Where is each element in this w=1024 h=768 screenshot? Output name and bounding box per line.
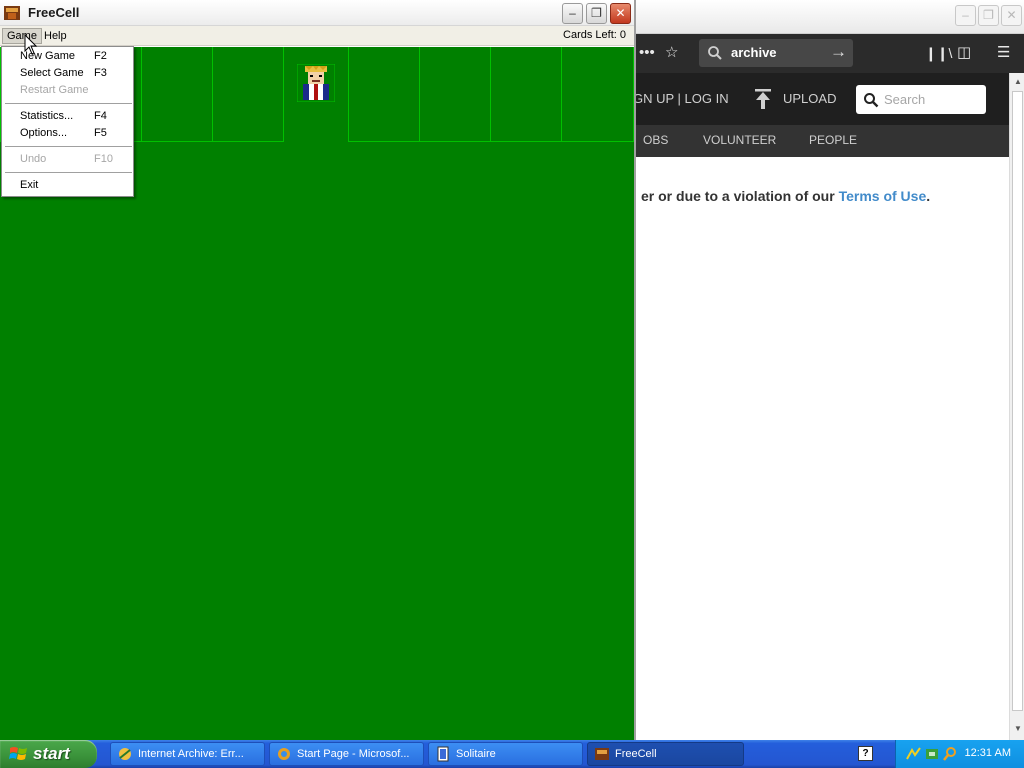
network-tray-icon[interactable] (906, 746, 922, 762)
error-message: er or due to a violation of our Terms of… (641, 188, 930, 204)
browser-toolbar: ••• ☆ archive → ❙❙\ ◫ ☰ (601, 34, 1024, 73)
shortcut-f2: F2 (94, 50, 107, 62)
browser-restore-button[interactable]: ❐ (978, 5, 999, 26)
taskbar-item-label: Solitaire (456, 748, 496, 760)
subnav-volunteer[interactable]: VOLUNTEER (703, 133, 776, 147)
menu-item-options[interactable]: Options... (20, 127, 67, 139)
ie-icon (278, 748, 290, 760)
browser-close-button[interactable]: ✕ (1001, 5, 1022, 26)
browser-vertical-scrollbar[interactable]: ▲ ▼ (1009, 73, 1024, 740)
menu-item-select-game[interactable]: Select Game (20, 67, 84, 79)
menu-bar: Game Help Cards Left: 0 (0, 26, 634, 46)
taskbar-item-label: Internet Archive: Err... (138, 748, 244, 760)
menu-separator (5, 172, 132, 173)
search-tray-icon[interactable] (942, 746, 958, 762)
more-options-icon[interactable]: ••• (639, 43, 655, 63)
error-message-text: er or due to a violation of our (641, 188, 839, 204)
window-title: FreeCell (28, 5, 80, 20)
menu-separator (5, 103, 132, 104)
free-cell[interactable] (141, 47, 213, 142)
browser-minimize-button[interactable]: – (955, 5, 976, 26)
signup-login-link[interactable]: GN UP | LOG IN (633, 91, 729, 106)
terms-of-use-link[interactable]: Terms of Use (839, 188, 927, 204)
freecell-icon (595, 748, 609, 760)
taskbar-item-solitaire[interactable]: Solitaire (428, 742, 583, 766)
free-cell[interactable] (212, 47, 284, 142)
windows-logo-icon (9, 747, 27, 760)
menu-item-undo: Undo (20, 153, 47, 165)
site-search-input[interactable]: Search (856, 85, 986, 114)
archive-sub-nav: OBS VOLUNTEER PEOPLE (601, 125, 1009, 157)
clock: 12:31 AM (964, 747, 1011, 759)
freecell-app-icon (4, 6, 20, 20)
restore-button[interactable]: ❐ (586, 3, 607, 24)
menu-item-exit[interactable]: Exit (20, 179, 38, 191)
library-icon[interactable]: ❙❙\ (925, 43, 952, 63)
start-button[interactable]: start (0, 740, 97, 768)
error-message-end: . (926, 188, 931, 204)
system-tray: 12:31 AM (895, 740, 1024, 768)
scrollbar-thumb[interactable] (1012, 91, 1023, 711)
search-icon (708, 46, 722, 60)
scroll-down-arrow-icon[interactable]: ▼ (1011, 722, 1024, 736)
menu-separator (5, 146, 132, 147)
scroll-up-arrow-icon[interactable]: ▲ (1011, 75, 1024, 89)
menu-help[interactable]: Help (40, 28, 71, 44)
bookmark-star-icon[interactable]: ☆ (665, 43, 678, 63)
shortcut-f10: F10 (94, 153, 113, 165)
browser-search-value: archive (731, 45, 777, 60)
security-tray-icon[interactable] (924, 746, 940, 762)
upload-link[interactable]: UPLOAD (783, 91, 836, 106)
subnav-jobs[interactable]: OBS (643, 133, 668, 147)
shortcut-f3: F3 (94, 67, 107, 79)
subnav-people[interactable]: PEOPLE (809, 133, 857, 147)
king-face-icon (297, 64, 335, 102)
cards-left-counter: Cards Left: 0 (563, 29, 626, 41)
taskbar-item-freecell[interactable]: FreeCell (587, 742, 744, 766)
home-cell[interactable] (561, 47, 634, 142)
site-search-placeholder: Search (884, 92, 926, 107)
start-label: start (33, 744, 70, 763)
browser-titlebar: – ❐ ✕ (601, 0, 1024, 34)
home-cell[interactable] (490, 47, 562, 142)
browser-window: – ❐ ✕ ••• ☆ archive → ❙❙\ ◫ ☰ GN UP | LO… (600, 0, 1024, 740)
solitaire-icon (437, 746, 449, 762)
search-icon (864, 93, 879, 108)
taskbar: start Internet Archive: Err... Start Pag… (0, 740, 1024, 768)
archive-icon (119, 748, 131, 760)
upload-icon[interactable] (753, 88, 773, 110)
menu-icon[interactable]: ☰ (997, 43, 1010, 63)
taskbar-item-start-page[interactable]: Start Page - Microsof... (269, 742, 424, 766)
search-go-icon[interactable]: → (830, 42, 847, 62)
home-cell[interactable] (419, 47, 491, 142)
sidebar-icon[interactable]: ◫ (957, 43, 971, 63)
archive-top-nav: GN UP | LOG IN UPLOAD Search (601, 73, 1009, 125)
taskbar-item-label: FreeCell (615, 748, 657, 760)
freecell-titlebar: FreeCell – ❐ ✕ (0, 0, 634, 26)
taskbar-item-label: Start Page - Microsof... (297, 748, 410, 760)
minimize-button[interactable]: – (562, 3, 583, 24)
mouse-pointer-icon (24, 34, 38, 55)
browser-search-box[interactable]: archive → (699, 39, 853, 67)
menu-item-restart-game: Restart Game (20, 84, 89, 96)
shortcut-f4: F4 (94, 110, 107, 122)
shortcut-f5: F5 (94, 127, 107, 139)
freecell-window: FreeCell – ❐ ✕ Game Help Cards Left: 0 N… (0, 0, 636, 740)
menu-item-statistics[interactable]: Statistics... (20, 110, 73, 122)
game-menu-dropdown: New Game F2 Select Game F3 Restart Game … (1, 46, 134, 197)
close-button[interactable]: ✕ (610, 3, 631, 24)
taskbar-item-internet-archive[interactable]: Internet Archive: Err... (110, 742, 265, 766)
home-cell[interactable] (348, 47, 420, 142)
help-tray-icon[interactable]: ? (858, 746, 873, 761)
